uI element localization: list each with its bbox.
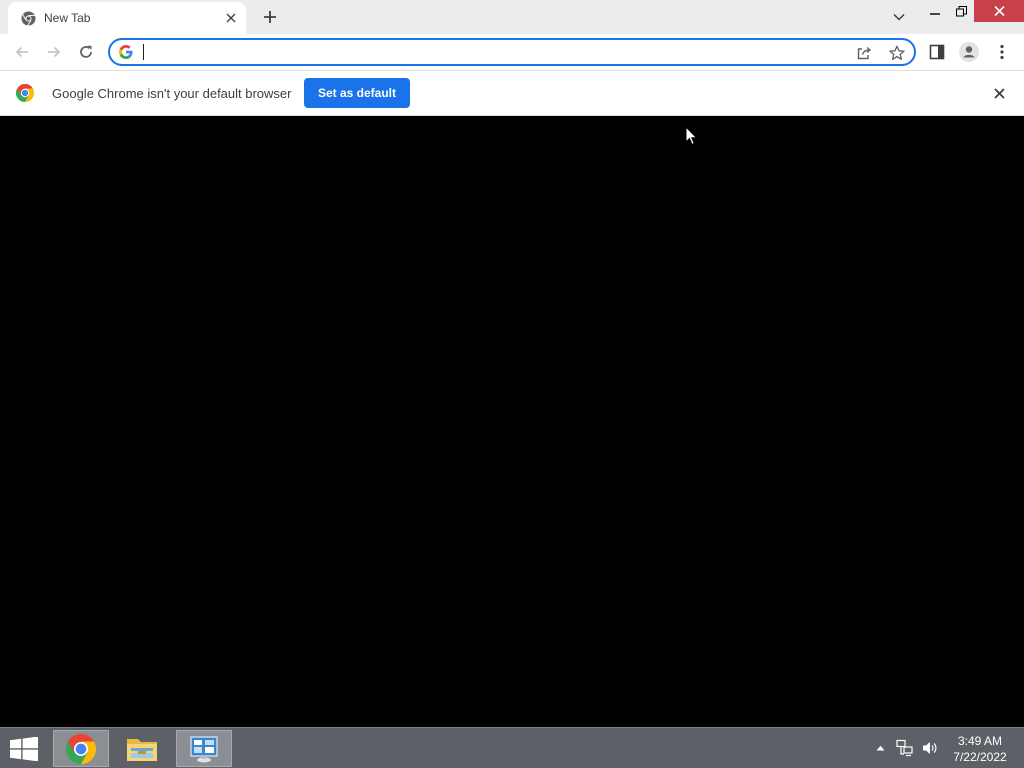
close-icon <box>993 6 1005 16</box>
arrow-right-icon <box>48 46 61 58</box>
address-input[interactable] <box>142 43 842 61</box>
windows-logo-icon <box>10 737 38 761</box>
chevron-up-icon <box>876 745 884 751</box>
taskbar-file-explorer-button[interactable] <box>114 730 170 767</box>
taskbar-control-panel-button[interactable] <box>176 730 232 767</box>
share-icon <box>857 46 872 60</box>
network-icon[interactable] <box>896 739 914 757</box>
share-button[interactable] <box>854 43 874 63</box>
taskbar: 3:49 AM 7/22/2022 <box>0 727 1024 768</box>
taskbar-chrome-button[interactable] <box>53 730 109 767</box>
screen: New Tab Google Chrome isn't your default… <box>0 0 1024 768</box>
three-dot-menu-icon <box>1000 44 1004 60</box>
control-panel-icon <box>190 735 218 762</box>
window-close-button[interactable] <box>974 0 1024 22</box>
chevron-down-icon <box>893 13 905 21</box>
plus-icon <box>264 11 276 23</box>
close-icon <box>226 13 236 23</box>
close-icon <box>993 87 1005 99</box>
set-as-default-button[interactable]: Set as default <box>304 78 410 108</box>
tab-strip: New Tab <box>0 0 1024 34</box>
page-content[interactable] <box>0 116 1024 727</box>
infobar-close-button[interactable] <box>989 83 1009 103</box>
star-icon <box>889 45 905 60</box>
tab-title: New Tab <box>44 11 91 25</box>
mouse-cursor-icon <box>685 126 697 146</box>
profile-icon <box>959 42 979 62</box>
infobar-message: Google Chrome isn't your default browser <box>52 86 292 101</box>
profile-button[interactable] <box>955 38 983 66</box>
side-panel-icon <box>929 44 945 60</box>
reload-icon <box>80 45 92 58</box>
window-restore-button[interactable] <box>948 0 974 22</box>
menu-button[interactable] <box>988 38 1016 66</box>
forward-button[interactable] <box>40 38 68 66</box>
chrome-logo-icon <box>16 84 34 102</box>
back-button[interactable] <box>8 38 36 66</box>
google-g-icon <box>119 45 133 59</box>
chrome-icon <box>66 733 96 764</box>
minimize-icon <box>930 13 940 15</box>
bookmark-button[interactable] <box>887 43 907 63</box>
clock-date: 7/22/2022 <box>953 750 1007 764</box>
tab-close-button[interactable] <box>222 9 240 27</box>
system-clock[interactable]: 3:49 AM 7/22/2022 <box>944 733 1016 765</box>
start-button[interactable] <box>6 732 42 766</box>
restore-icon <box>955 5 967 16</box>
window-minimize-button[interactable] <box>922 0 948 22</box>
side-panel-button[interactable] <box>923 38 951 66</box>
volume-icon[interactable] <box>921 739 939 757</box>
chrome-icon <box>21 11 36 26</box>
tray-overflow-button[interactable] <box>874 743 886 753</box>
browser-toolbar <box>0 34 1024 70</box>
text-caret <box>143 44 144 60</box>
file-explorer-icon <box>127 738 157 761</box>
tab-search-button[interactable] <box>888 6 910 28</box>
tab-new-tab[interactable]: New Tab <box>8 2 246 34</box>
clock-time: 3:49 AM <box>957 734 1003 748</box>
arrow-left-icon <box>15 46 28 58</box>
address-bar[interactable] <box>108 38 916 66</box>
new-tab-button[interactable] <box>258 5 282 29</box>
reload-button[interactable] <box>72 38 100 66</box>
default-browser-infobar: Google Chrome isn't your default browser… <box>0 70 1024 116</box>
